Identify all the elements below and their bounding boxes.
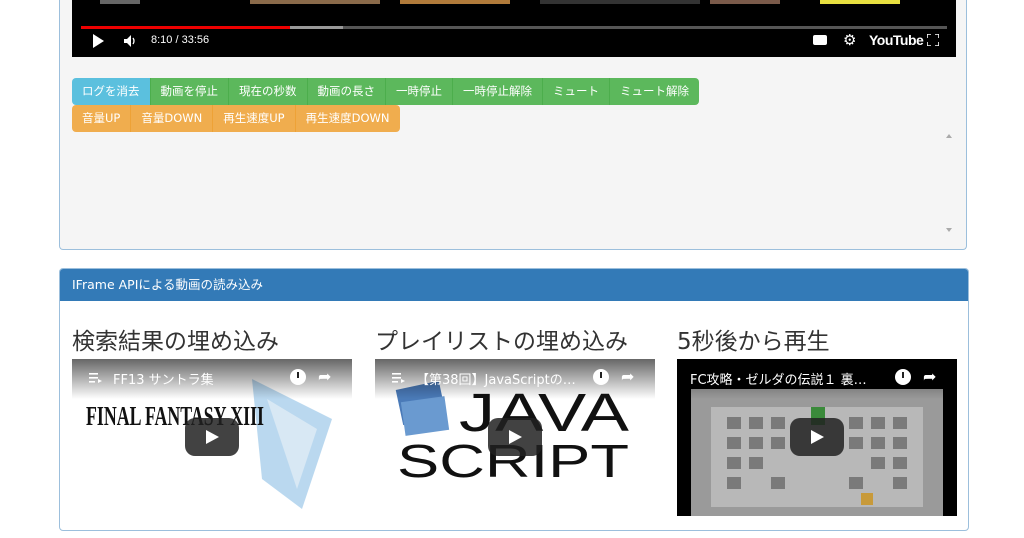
subtitles-icon[interactable]	[813, 35, 827, 45]
volume-up-button[interactable]: 音量UP	[72, 105, 131, 132]
progress-played	[81, 26, 290, 29]
watch-later-icon[interactable]	[895, 369, 911, 385]
time-display: 8:10 / 33:56	[151, 34, 210, 46]
share-icon[interactable]: ➦	[923, 369, 936, 385]
mute-button[interactable]: ミュート	[542, 78, 609, 105]
speed-down-button[interactable]: 再生速度DOWN	[294, 105, 400, 132]
control-buttons-row-2: 音量UP 音量DOWN 再生速度UP 再生速度DOWN	[72, 105, 400, 132]
scroll-up-arrow-icon[interactable]	[946, 134, 952, 138]
settings-icon[interactable]: ⚙	[843, 33, 856, 48]
playlist-icon	[392, 373, 405, 383]
current-time-button[interactable]: 現在の秒数	[228, 78, 307, 105]
youtube-player[interactable]: 8:10 / 33:56 ⚙ YouTube	[72, 0, 956, 57]
video-embed-playlist[interactable]: JAVA SCRIPT 【第38回】JavaScriptの… ➦	[375, 359, 655, 516]
watch-later-icon[interactable]	[593, 369, 609, 385]
clear-log-button[interactable]: ログを消去	[72, 78, 150, 105]
fullscreen-icon[interactable]	[927, 34, 939, 46]
pause-button[interactable]: 一時停止	[385, 78, 452, 105]
play-button-icon[interactable]	[185, 418, 239, 456]
playlist-icon	[89, 373, 102, 383]
player-panel: 8:10 / 33:56 ⚙ YouTube ログを消去 動画を停止 現在の秒数…	[59, 0, 967, 250]
section-title: 5秒後から再生	[677, 329, 830, 355]
unmute-button[interactable]: ミュート解除	[609, 78, 699, 105]
log-textarea[interactable]	[72, 132, 956, 237]
duration-button[interactable]: 動画の長さ	[306, 78, 385, 105]
video-embed-search[interactable]: FINAL FANTASY XIII FF13 サントラ集 ➦	[72, 359, 352, 516]
column-start-at-5s: 5秒後から再生 FC攻略・ゼルダの伝説１ 裏… ➦	[677, 325, 957, 516]
section-title: 検索結果の埋め込み	[72, 329, 279, 355]
youtube-logo[interactable]: YouTube	[869, 32, 924, 48]
volume-down-button[interactable]: 音量DOWN	[130, 105, 213, 132]
column-playlist-embed: プレイリストの埋め込み JAVA SCRIPT 【第38回】JavaScript…	[375, 325, 655, 516]
speed-up-button[interactable]: 再生速度UP	[212, 105, 295, 132]
share-icon[interactable]: ➦	[621, 369, 634, 385]
video-title[interactable]: FC攻略・ゼルダの伝説１ 裏…	[690, 369, 885, 388]
resume-button[interactable]: 一時停止解除	[452, 78, 542, 105]
play-button-icon[interactable]	[488, 418, 542, 456]
progress-bar[interactable]	[81, 26, 947, 29]
scroll-down-arrow-icon[interactable]	[946, 228, 952, 232]
watch-later-icon[interactable]	[290, 369, 306, 385]
play-icon[interactable]	[93, 34, 104, 48]
panel-heading: IFrame APIによる動画の読み込み	[60, 269, 968, 301]
thumbnail-strip	[100, 0, 950, 4]
column-search-embed: 検索結果の埋め込み FINAL FANTASY XIII FF13 サントラ集 …	[72, 325, 352, 516]
section-title: プレイリストの埋め込み	[375, 329, 628, 355]
play-button-icon[interactable]	[790, 418, 844, 456]
video-title[interactable]: FF13 サントラ集	[113, 369, 288, 388]
video-embed-start-5s[interactable]: FC攻略・ゼルダの伝説１ 裏… ➦	[677, 359, 957, 516]
volume-icon[interactable]	[124, 35, 136, 47]
share-icon[interactable]: ➦	[318, 369, 331, 385]
control-buttons-row-1: ログを消去 動画を停止 現在の秒数 動画の長さ 一時停止 一時停止解除 ミュート…	[72, 78, 699, 105]
stop-video-button[interactable]: 動画を停止	[149, 78, 228, 105]
iframe-api-panel: IFrame APIによる動画の読み込み 検索結果の埋め込み FINAL FAN…	[59, 268, 969, 531]
video-title[interactable]: 【第38回】JavaScriptの…	[416, 369, 591, 388]
